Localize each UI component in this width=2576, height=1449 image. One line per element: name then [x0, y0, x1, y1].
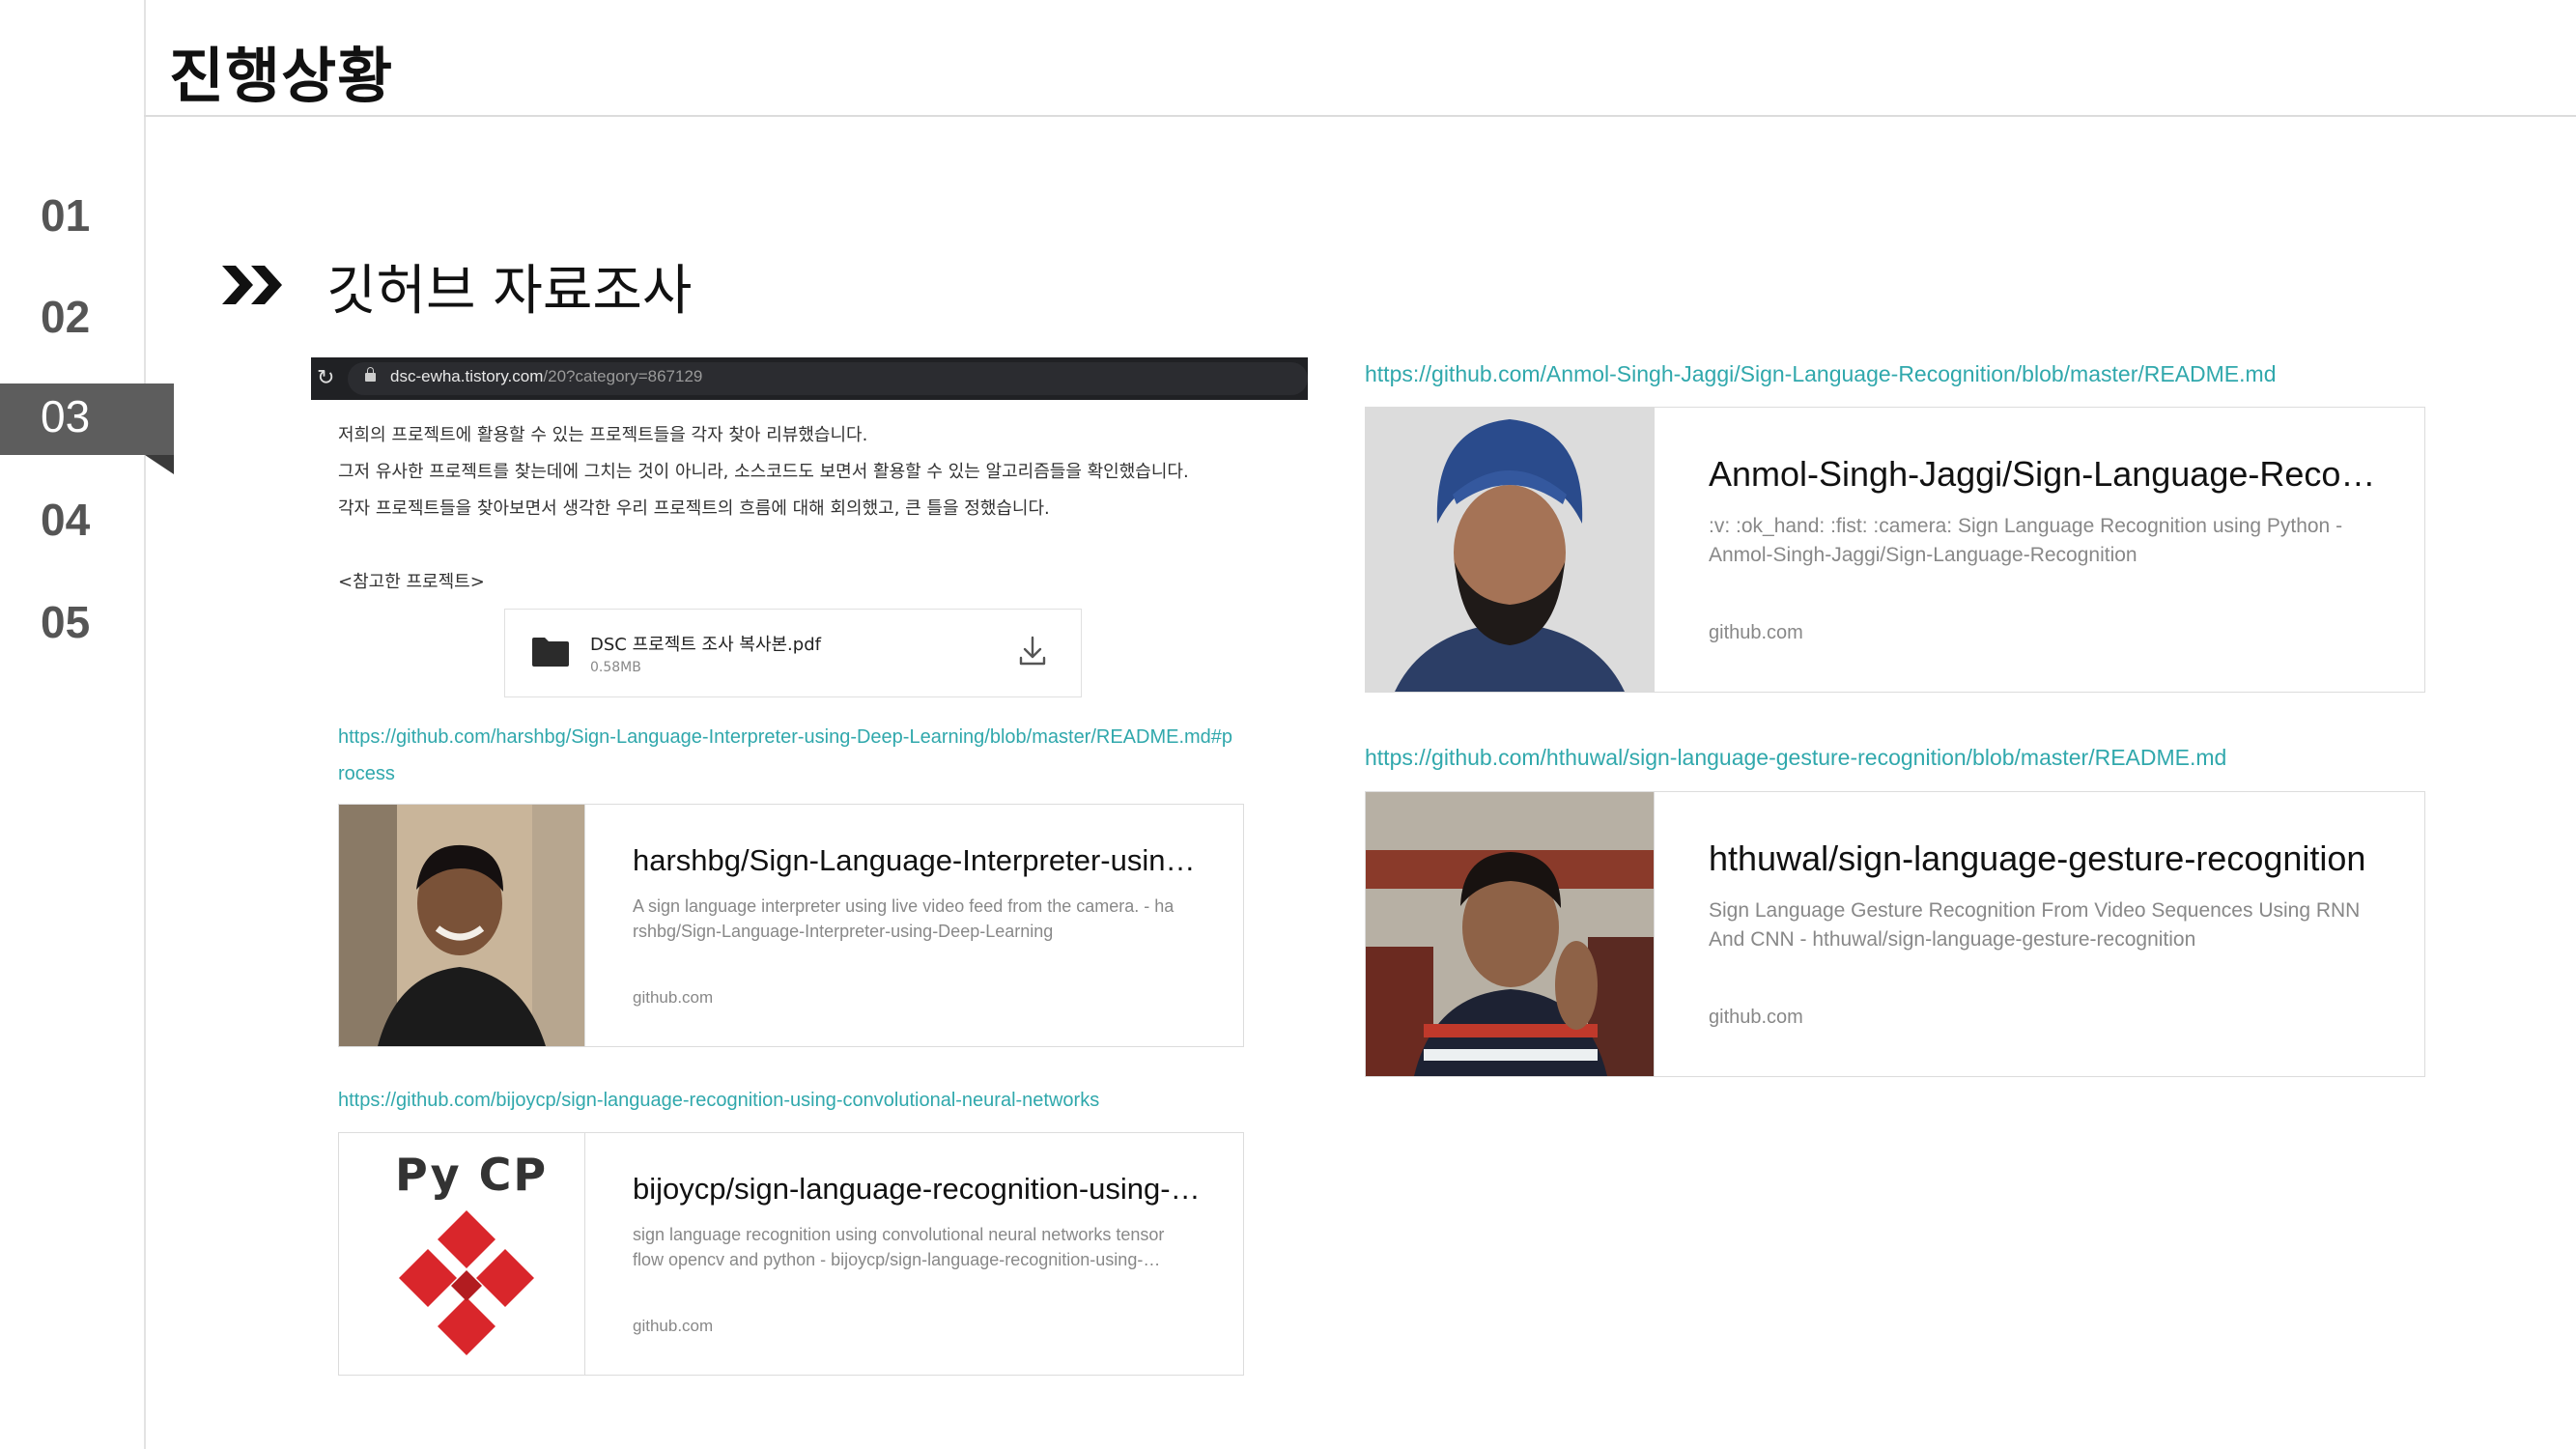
- person-photo-icon: [1366, 408, 1654, 692]
- card-description-line1: A sign language interpreter using live v…: [633, 896, 1175, 916]
- lock-icon: [365, 367, 376, 382]
- nav-item-02[interactable]: 02: [41, 291, 90, 343]
- url-host: dsc-ewha.tistory.com: [390, 367, 544, 385]
- card-domain: github.com: [1709, 1007, 1803, 1028]
- link-card-harshbg[interactable]: harshbg/Sign-Language-Interpreter-using……: [338, 804, 1244, 1047]
- file-attachment[interactable]: DSC 프로젝트 조사 복사본.pdf 0.58MB: [504, 609, 1082, 697]
- link-card-hthuwal[interactable]: hthuwal/sign-language-gesture-recognitio…: [1365, 791, 2425, 1077]
- pycp-logo: Py CP: [339, 1133, 585, 1375]
- card-domain: github.com: [633, 1317, 714, 1335]
- card-description-line1: sign language recognition using convolut…: [633, 1225, 1165, 1244]
- nav-item-01[interactable]: 01: [41, 189, 90, 242]
- avatar: [1366, 408, 1655, 692]
- card-title: bijoycp/sign-language-recognition-using-…: [633, 1172, 1201, 1206]
- card-description: A sign language interpreter using live v…: [633, 894, 1212, 944]
- nav-item-05[interactable]: 05: [41, 596, 90, 648]
- card-description: Sign Language Gesture Recognition From V…: [1709, 896, 2404, 955]
- link-card-anmol[interactable]: Anmol-Singh-Jaggi/Sign-Language-Recog… :…: [1365, 407, 2425, 693]
- link-harshbg-line1[interactable]: https://github.com/harshbg/Sign-Language…: [338, 726, 1232, 749]
- double-chevron-icon: [222, 266, 282, 304]
- file-size: 0.58MB: [590, 660, 641, 675]
- card-domain: github.com: [633, 988, 714, 1007]
- card-title: hthuwal/sign-language-gesture-recognitio…: [1709, 838, 2366, 878]
- header-divider: [144, 115, 2576, 117]
- pycp-logo-text: Py CP: [395, 1149, 549, 1201]
- blog-screenshot: ↻ dsc-ewha.tistory.com/20?category=86712…: [311, 357, 1308, 1389]
- file-name: DSC 프로젝트 조사 복사본.pdf: [590, 635, 821, 655]
- download-icon[interactable]: [1017, 635, 1048, 668]
- card-description-line1: Sign Language Gesture Recognition From V…: [1709, 899, 2361, 922]
- card-title: harshbg/Sign-Language-Interpreter-using…: [633, 843, 1203, 877]
- card-domain: github.com: [1709, 622, 1803, 643]
- nav-active-fold: [145, 455, 174, 474]
- link-harshbg-line2[interactable]: rocess: [338, 763, 395, 785]
- link-card-bijoycp[interactable]: Py CP bijoycp/sign-language-recognition-…: [338, 1132, 1244, 1376]
- folder-icon: [532, 638, 569, 667]
- nav-item-03[interactable]: 03: [41, 390, 90, 442]
- post-paragraph-1: 저희의 프로젝트에 활용할 수 있는 프로젝트들을 각자 찾아 리뷰했습니다.: [338, 425, 868, 445]
- person-photo-icon: [1366, 792, 1654, 1076]
- card-description-line2: flow opencv and python - bijoycp/sign-la…: [633, 1250, 1161, 1270]
- page-title: 진행상황: [169, 41, 394, 111]
- link-bijoycp[interactable]: https://github.com/bijoycp/sign-language…: [338, 1090, 1099, 1112]
- person-photo-icon: [339, 805, 584, 1046]
- post-paragraph-3: 각자 프로젝트들을 찾아보면서 생각한 우리 프로젝트의 흐름에 대해 회의했고…: [338, 498, 1050, 519]
- card-description-line2: And CNN - hthuwal/sign-language-gesture-…: [1709, 928, 2196, 952]
- post-paragraph-2: 그저 유사한 프로젝트를 찾는데에 그치는 것이 아니라, 소스코드도 보면서 …: [338, 462, 1189, 482]
- section-title: 깃허브 자료조사: [326, 260, 693, 323]
- browser-address-bar: ↻ dsc-ewha.tistory.com/20?category=86712…: [311, 357, 1308, 400]
- card-description-line2: Anmol-Singh-Jaggi/Sign-Language-Recognit…: [1709, 544, 2137, 567]
- avatar: [339, 805, 585, 1046]
- link-hthuwal[interactable]: https://github.com/hthuwal/sign-language…: [1365, 745, 2226, 771]
- reference-label: <참고한 프로젝트>: [338, 572, 485, 592]
- card-description-line1: :v: :ok_hand: :fist: :camera: Sign Langu…: [1709, 515, 2343, 537]
- url-text[interactable]: dsc-ewha.tistory.com/20?category=867129: [390, 367, 702, 386]
- link-anmol[interactable]: https://github.com/Anmol-Singh-Jaggi/Sig…: [1365, 361, 2276, 387]
- url-path: /20?category=867129: [543, 367, 703, 385]
- pycp-logo-icon: [399, 1210, 534, 1355]
- avatar: [1366, 792, 1655, 1076]
- sidebar-divider: [144, 0, 146, 1449]
- card-description: sign language recognition using convolut…: [633, 1222, 1212, 1272]
- nav-item-04[interactable]: 04: [41, 494, 90, 546]
- card-description-line2: rshbg/Sign-Language-Interpreter-using-De…: [633, 922, 1054, 942]
- card-title: Anmol-Singh-Jaggi/Sign-Language-Recog…: [1709, 454, 2385, 494]
- reload-icon[interactable]: ↻: [317, 367, 340, 390]
- card-description: :v: :ok_hand: :fist: :camera: Sign Langu…: [1709, 512, 2404, 571]
